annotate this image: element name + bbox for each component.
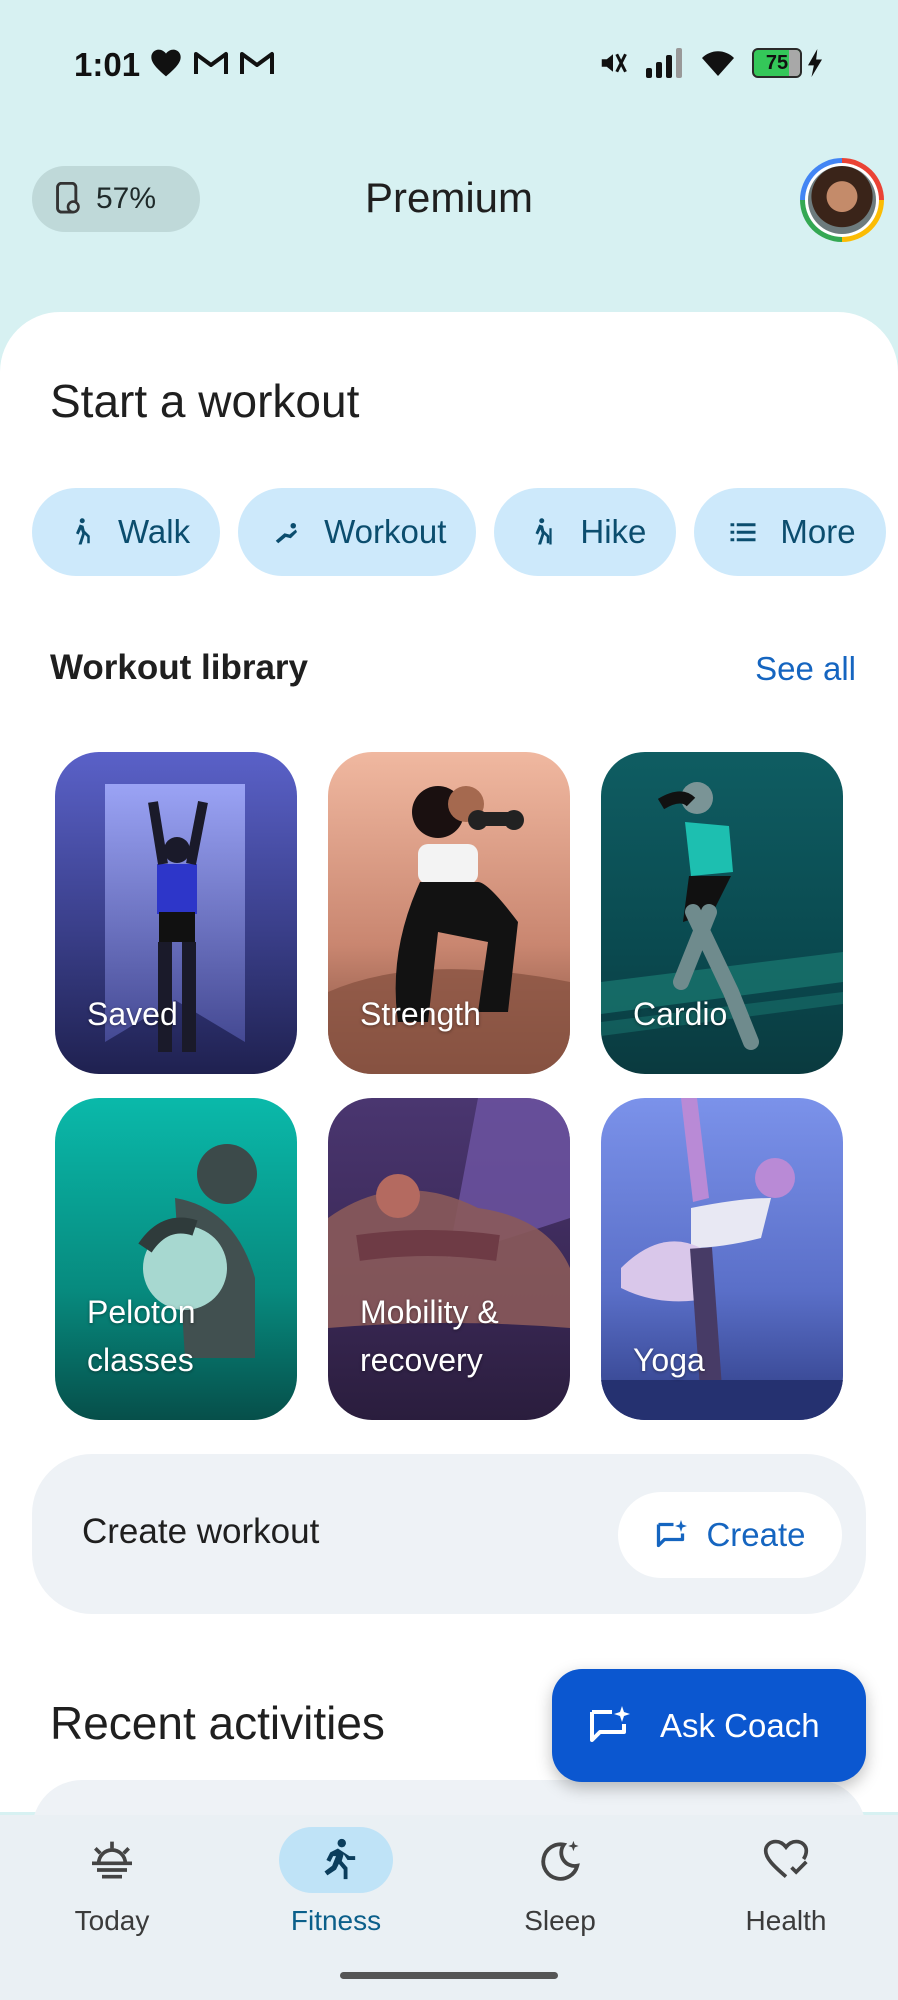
- notification-icons: [150, 48, 274, 78]
- start-workout-title: Start a workout: [50, 375, 360, 427]
- heart-icon: [151, 49, 181, 77]
- gmail-icon: [194, 52, 228, 74]
- chip-walk-label: Walk: [118, 513, 191, 550]
- tile-strength-label: Strength: [360, 996, 481, 1032]
- battery-level: 75: [765, 52, 789, 74]
- tile-strength[interactable]: Strength: [328, 752, 570, 1074]
- tile-mobility-recovery[interactable]: Mobility & recovery: [328, 1098, 570, 1420]
- chip-more[interactable]: More: [694, 488, 886, 576]
- gmail-icon: [240, 52, 274, 74]
- nav-health-label: Health: [745, 1905, 827, 1936]
- recent-activities-title: Recent activities: [50, 1697, 385, 1749]
- create-workout-text: Create workout: [82, 1512, 320, 1551]
- nav-sleep[interactable]: Sleep: [460, 1827, 660, 1937]
- chip-hike[interactable]: Hike: [494, 488, 677, 576]
- tile-mobility-label-line2: recovery: [360, 1342, 483, 1378]
- create-workout-card: Create workout Create: [32, 1454, 866, 1614]
- workout-icon: [275, 523, 298, 544]
- ask-coach-label: Ask Coach: [660, 1706, 820, 1744]
- nav-fitness[interactable]: Fitness: [236, 1827, 436, 1937]
- avatar[interactable]: [800, 158, 884, 242]
- list-icon: [730, 523, 756, 542]
- signal-icon: [646, 48, 682, 78]
- charging-icon: [808, 49, 822, 77]
- workout-chips: Walk Workout Hike More: [32, 488, 886, 576]
- status-time: 1:01: [74, 46, 141, 83]
- profile-photo: [808, 166, 876, 234]
- tile-peloton-label-line1: Peloton: [87, 1294, 196, 1330]
- create-button-label: Create: [706, 1516, 806, 1553]
- chip-more-label: More: [780, 513, 856, 550]
- sparkle-chat-icon: [590, 1705, 630, 1742]
- mute-icon: [601, 53, 627, 73]
- ask-coach-button[interactable]: Ask Coach: [552, 1669, 866, 1782]
- page-title: Premium: [364, 174, 534, 221]
- run-icon: [324, 1838, 356, 1880]
- walk-icon: [76, 518, 90, 545]
- status-bar: 1:01 75: [0, 0, 898, 130]
- chip-workout[interactable]: Workout: [238, 488, 477, 576]
- tile-peloton-classes[interactable]: Peloton classes: [55, 1098, 297, 1420]
- home-indicator[interactable]: [340, 1972, 558, 1979]
- nav-today-label: Today: [74, 1905, 150, 1936]
- nav-sleep-label: Sleep: [524, 1905, 596, 1936]
- chip-hike-label: Hike: [580, 513, 647, 550]
- tile-mobility-label: Mobility & recovery: [360, 1288, 499, 1384]
- chip-workout-label: Workout: [324, 513, 447, 550]
- system-icons: 75: [598, 48, 824, 78]
- heart-check-icon: [763, 1839, 809, 1879]
- moon-icon: [541, 1840, 580, 1881]
- tile-saved-label: Saved: [87, 996, 178, 1032]
- nav-fitness-label: Fitness: [290, 1905, 382, 1936]
- tile-peloton-label: Peloton classes: [87, 1288, 196, 1384]
- battery-icon: 75: [752, 48, 824, 78]
- tile-yoga-label: Yoga: [633, 1342, 705, 1378]
- tile-peloton-label-line2: classes: [87, 1342, 194, 1378]
- sunrise-icon: [92, 1841, 132, 1879]
- sparkle-chat-icon: [657, 1520, 688, 1548]
- tile-cardio[interactable]: Cardio: [601, 752, 843, 1074]
- tile-yoga[interactable]: Yoga: [601, 1098, 843, 1420]
- hike-icon: [535, 518, 553, 545]
- tile-cardio-label: Cardio: [633, 996, 728, 1032]
- workout-library-title: Workout library: [50, 648, 309, 687]
- chip-walk[interactable]: Walk: [32, 488, 221, 576]
- nav-health[interactable]: Health: [686, 1827, 886, 1937]
- tile-mobility-label-line1: Mobility &: [360, 1294, 499, 1330]
- create-button[interactable]: Create: [618, 1492, 842, 1578]
- see-all-link[interactable]: See all: [755, 650, 856, 688]
- nav-today[interactable]: Today: [12, 1827, 212, 1937]
- tile-saved[interactable]: Saved: [55, 752, 297, 1074]
- wifi-icon: [702, 51, 734, 76]
